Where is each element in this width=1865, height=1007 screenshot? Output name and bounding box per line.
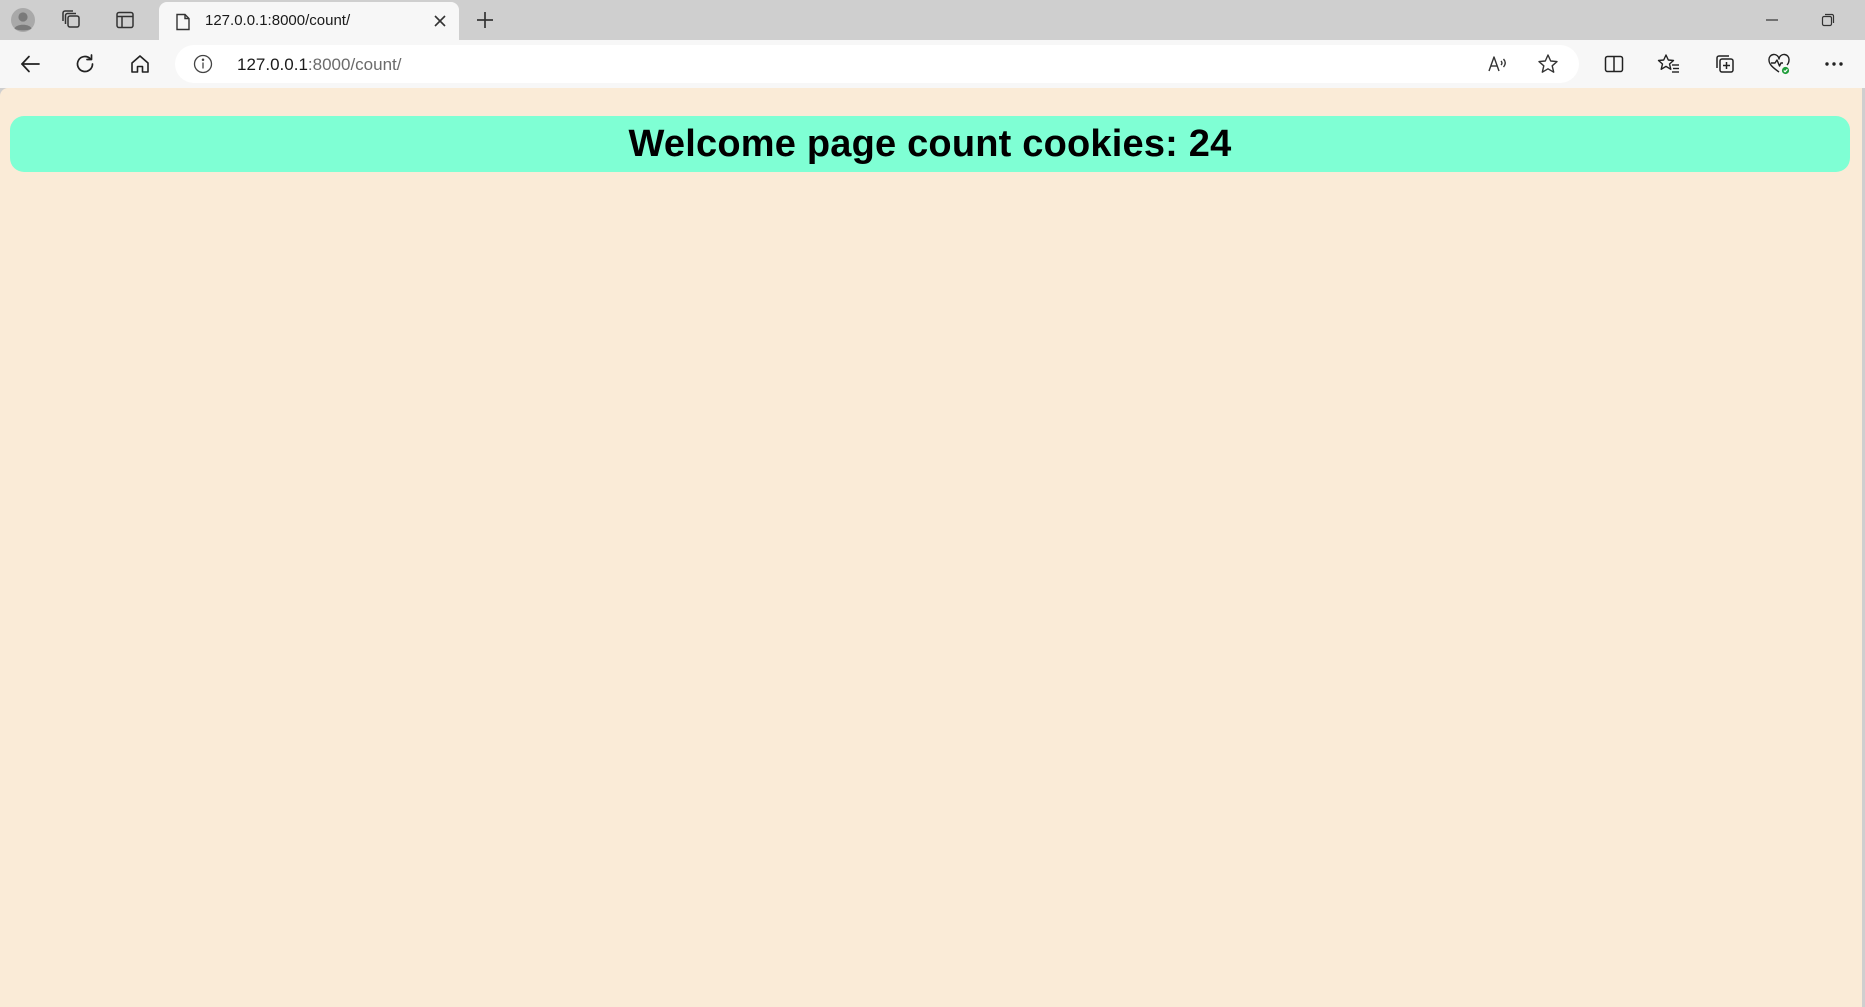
address-url[interactable]: 127.0.0.1:8000/count/ bbox=[237, 55, 401, 75]
page-icon bbox=[173, 12, 193, 32]
browser-essentials-icon bbox=[1767, 53, 1791, 75]
refresh-button[interactable] bbox=[65, 46, 105, 82]
favorites-button[interactable] bbox=[1649, 46, 1689, 82]
close-icon bbox=[433, 14, 447, 28]
new-tab-icon bbox=[475, 10, 495, 30]
site-info-icon[interactable] bbox=[193, 54, 213, 74]
address-host: 127.0.0.1 bbox=[237, 55, 308, 74]
home-icon bbox=[129, 53, 151, 75]
new-tab-button[interactable] bbox=[465, 4, 505, 36]
minimize-button[interactable] bbox=[1744, 0, 1800, 40]
page-viewport: Welcome page count cookies: 24 bbox=[0, 88, 1862, 1007]
browser-essentials-button[interactable] bbox=[1759, 46, 1799, 82]
more-button[interactable] bbox=[1814, 46, 1854, 82]
vertical-tabs-button[interactable] bbox=[105, 4, 145, 36]
tab-active[interactable]: 127.0.0.1:8000/count/ bbox=[159, 2, 459, 40]
tab-close-button[interactable] bbox=[429, 10, 451, 32]
collections-icon bbox=[1714, 53, 1736, 75]
minimize-icon bbox=[1765, 13, 1779, 27]
refresh-icon bbox=[74, 53, 96, 75]
welcome-banner: Welcome page count cookies: 24 bbox=[10, 116, 1850, 172]
vertical-tabs-icon bbox=[114, 9, 136, 31]
profile-icon bbox=[10, 7, 36, 33]
navigation-toolbar: 127.0.0.1:8000/count/ bbox=[0, 40, 1865, 88]
restore-icon bbox=[1821, 13, 1835, 27]
collections-button[interactable] bbox=[1705, 46, 1745, 82]
home-button[interactable] bbox=[120, 46, 160, 82]
restore-button[interactable] bbox=[1800, 0, 1856, 40]
tab-strip: 127.0.0.1:8000/count/ bbox=[0, 0, 1865, 40]
read-aloud-icon[interactable] bbox=[1483, 50, 1513, 78]
back-icon bbox=[19, 53, 41, 75]
page-heading: Welcome page count cookies: 24 bbox=[628, 122, 1232, 165]
workspaces-icon bbox=[61, 9, 83, 31]
split-screen-button[interactable] bbox=[1594, 46, 1634, 82]
favorite-star-icon[interactable] bbox=[1533, 50, 1563, 78]
address-bar[interactable]: 127.0.0.1:8000/count/ bbox=[175, 45, 1579, 83]
profile-button[interactable] bbox=[3, 4, 43, 36]
workspaces-button[interactable] bbox=[52, 4, 92, 36]
more-icon bbox=[1824, 61, 1844, 67]
split-screen-icon bbox=[1603, 53, 1625, 75]
favorites-icon bbox=[1657, 53, 1681, 75]
back-button[interactable] bbox=[10, 46, 50, 82]
browser-window: 127.0.0.1:8000/count/ 127.0.0.1:8000/cou… bbox=[0, 0, 1865, 1007]
address-path: :8000/count/ bbox=[307, 55, 402, 74]
tab-title: 127.0.0.1:8000/count/ bbox=[205, 12, 351, 29]
